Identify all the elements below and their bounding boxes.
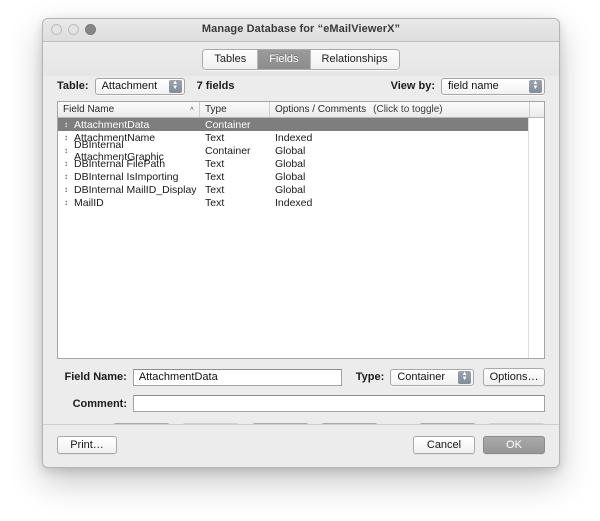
type-select[interactable]: Container ▲ ▼ <box>390 368 475 386</box>
field-name-row: Field Name: AttachmentData Type: Contain… <box>57 368 545 386</box>
cell-type: Container <box>205 144 251 157</box>
tab-relationships[interactable]: Relationships <box>310 49 399 69</box>
ok-button[interactable]: OK <box>483 436 545 454</box>
cell-options: Global <box>275 170 306 183</box>
vertical-scrollbar[interactable] <box>528 118 544 358</box>
column-header-type[interactable]: Type <box>200 102 270 117</box>
field-rows: ↕ AttachmentData Container ↕ AttachmentN… <box>58 118 528 358</box>
print-button[interactable]: Print… <box>57 436 117 454</box>
tab-bar: Tables Fields Relationships <box>43 42 559 76</box>
tab-segmented-control: Tables Fields Relationships <box>202 48 400 70</box>
click-to-toggle-hint: (Click to toggle) <box>373 104 443 115</box>
field-list[interactable]: Field Name ˄ Type Options / Comments (Cl… <box>57 101 545 359</box>
window-footer: Print… Cancel OK <box>43 424 559 467</box>
table-row[interactable]: ↕ DBInternal IsImporting Text Global <box>58 170 528 183</box>
window-title: Manage Database for “eMailViewerX” <box>201 23 401 35</box>
cell-options: Global <box>275 183 306 196</box>
cell-type: Text <box>205 183 225 196</box>
cell-field-name: DBInternal FilePath <box>74 157 166 170</box>
table-select[interactable]: Attachment ▲ ▼ <box>94 77 185 95</box>
comment-row: Comment: <box>57 395 545 412</box>
chevron-updown-icon: ▲ ▼ <box>458 370 472 384</box>
cell-type: Text <box>205 196 225 209</box>
field-name-input[interactable]: AttachmentData <box>132 368 343 386</box>
drag-handle-icon[interactable]: ↕ <box>58 146 74 155</box>
column-header-options[interactable]: Options / Comments (Click to toggle) <box>270 102 529 117</box>
type-label: Type: <box>355 371 385 383</box>
cell-field-name: DBInternal IsImporting <box>74 170 179 183</box>
table-label: Table: <box>57 80 89 92</box>
view-by-label: View by: <box>390 80 435 92</box>
field-name-label: Field Name: <box>64 371 127 383</box>
table-row[interactable]: ↕ MailID Text Indexed <box>58 196 528 209</box>
drag-handle-icon[interactable]: ↕ <box>58 185 74 194</box>
field-count-label: 7 fields <box>196 80 235 92</box>
tab-fields[interactable]: Fields <box>258 49 311 69</box>
cell-type: Text <box>205 170 225 183</box>
cell-options: Indexed <box>275 196 313 209</box>
view-by-select-value: field name <box>448 80 499 92</box>
cell-type: Text <box>205 157 225 170</box>
table-select-value: Attachment <box>101 80 158 92</box>
cell-field-name: MailID <box>74 196 104 209</box>
options-button[interactable]: Options… <box>483 368 545 386</box>
cell-field-name: DBInternal MailID_Display <box>74 183 197 196</box>
field-list-body: ↕ AttachmentData Container ↕ AttachmentN… <box>58 118 544 358</box>
table-row[interactable]: ↕ DBInternal FilePath Text Global <box>58 157 528 170</box>
column-label: Field Name <box>63 104 115 115</box>
table-row[interactable]: ↕ AttachmentData Container <box>58 118 528 131</box>
drag-handle-icon[interactable]: ↕ <box>58 120 74 129</box>
window-titlebar: Manage Database for “eMailViewerX” <box>43 19 559 42</box>
scrollbar-header-gutter <box>529 102 544 117</box>
drag-handle-icon[interactable]: ↕ <box>58 133 74 142</box>
column-label: Options / Comments <box>275 104 367 115</box>
cell-options: Global <box>275 144 306 157</box>
drag-handle-icon[interactable]: ↕ <box>58 159 74 168</box>
chevron-updown-icon: ▲ ▼ <box>529 79 542 93</box>
comment-input[interactable] <box>133 395 545 412</box>
cell-type: Text <box>205 131 225 144</box>
drag-handle-icon[interactable]: ↕ <box>58 172 74 181</box>
cell-options: Global <box>275 157 306 170</box>
column-label: Type <box>205 104 227 115</box>
field-name-value: AttachmentData <box>138 371 218 383</box>
table-row[interactable]: ↕ DBInternal AttachmentGraphic Container… <box>58 139 528 163</box>
tab-tables[interactable]: Tables <box>203 49 259 69</box>
cell-field-name: AttachmentData <box>74 118 150 131</box>
table-toolbar: Table: Attachment ▲ ▼ 7 fields View by: f… <box>57 76 545 96</box>
chevron-updown-icon: ▲ ▼ <box>168 79 182 93</box>
comment-label: Comment: <box>72 397 127 410</box>
cell-options: Indexed <box>275 131 313 144</box>
field-list-header: Field Name ˄ Type Options / Comments (Cl… <box>58 102 544 118</box>
cancel-button[interactable]: Cancel <box>413 436 475 454</box>
table-row[interactable]: ↕ DBInternal MailID_Display Text Global <box>58 183 528 196</box>
view-by-select[interactable]: field name ▲ ▼ <box>441 77 545 95</box>
drag-handle-icon[interactable]: ↕ <box>58 198 74 207</box>
manage-database-window: Manage Database for “eMailViewerX” Table… <box>42 18 560 468</box>
type-select-value: Container <box>397 371 446 383</box>
sort-ascending-icon: ˄ <box>189 106 194 113</box>
column-header-field-name[interactable]: Field Name ˄ <box>58 102 200 117</box>
cell-type: Container <box>205 118 251 131</box>
